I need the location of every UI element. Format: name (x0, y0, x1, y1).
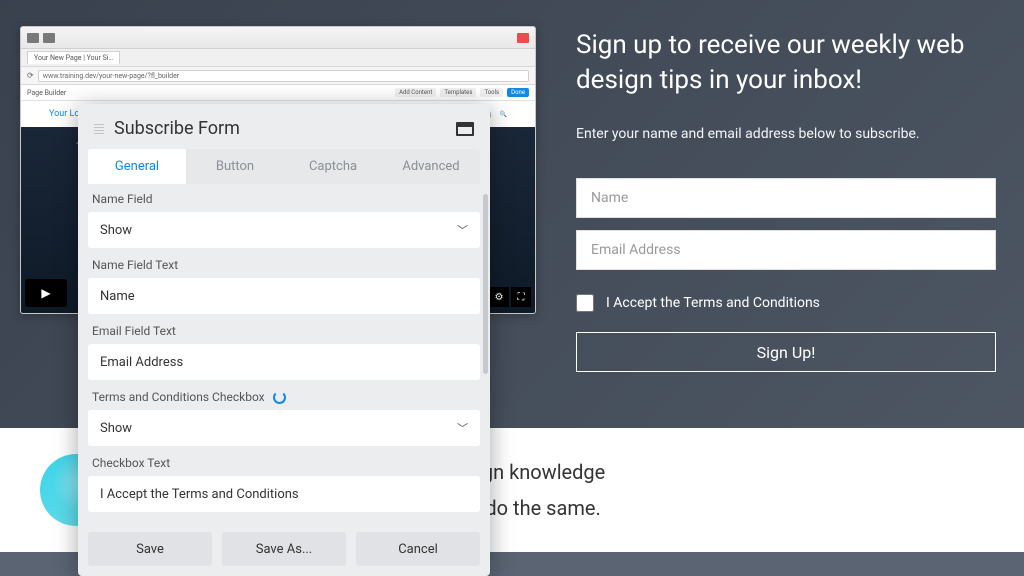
cancel-button[interactable]: Cancel (356, 532, 480, 566)
name-text-input[interactable]: Name (88, 278, 480, 314)
url-input[interactable]: www.training.dev/your-new-page/?fl_build… (38, 70, 529, 82)
chevron-down-icon: ﹀ (457, 420, 468, 436)
terms-cb-value: Show (100, 421, 132, 436)
search-icon[interactable]: 🔍 (500, 111, 507, 118)
builder-label: Page Builder (27, 89, 66, 97)
terms-row: I Accept the Terms and Conditions (576, 294, 996, 312)
tools-button[interactable]: Tools (480, 88, 503, 97)
email-text-value: Email Address (100, 355, 183, 370)
cb-text-input[interactable]: I Accept the Terms and Conditions (88, 476, 480, 512)
window-minimize-icon[interactable] (27, 33, 39, 43)
browser-tabstrip: Your New Page | Your Si… (21, 49, 535, 67)
chevron-down-icon: ﹀ (457, 222, 468, 238)
name-input[interactable] (576, 178, 996, 218)
terms-cb-label: Terms and Conditions Checkbox (88, 390, 480, 404)
scrollbar[interactable] (483, 194, 488, 374)
tab-captcha[interactable]: Captcha (284, 149, 382, 184)
email-text-label: Email Field Text (88, 324, 480, 338)
name-text-label: Name Field Text (88, 258, 480, 272)
terms-checkbox[interactable] (576, 294, 594, 312)
modal-header: Subscribe Form (78, 104, 490, 149)
add-content-button[interactable]: Add Content (395, 88, 436, 97)
save-button[interactable]: Save (88, 532, 212, 566)
play-button[interactable]: ▶ (25, 279, 67, 307)
video-controls: ▶ (25, 279, 67, 307)
browser-titlebar (21, 27, 535, 49)
drag-handle-icon[interactable] (94, 124, 104, 134)
terms-cb-select[interactable]: Show ﹀ (88, 410, 480, 446)
gear-icon[interactable]: ⚙ (489, 287, 509, 307)
done-button[interactable]: Done (507, 88, 529, 97)
cb-text-value: I Accept the Terms and Conditions (100, 487, 299, 502)
name-text-value: Name (100, 289, 135, 304)
reload-icon[interactable]: ⟳ (27, 71, 34, 80)
builder-toolbar: Page Builder Add Content Templates Tools… (21, 85, 535, 101)
loading-spinner-icon (273, 391, 286, 404)
signup-panel: Sign up to receive our weekly web design… (576, 28, 996, 372)
signup-subheading: Enter your name and email address below … (576, 126, 996, 142)
browser-address-bar: ⟳ www.training.dev/your-new-page/?fl_bui… (21, 67, 535, 85)
name-field-label: Name Field (88, 192, 480, 206)
fullscreen-icon[interactable]: ⛶ (511, 287, 531, 307)
templates-button[interactable]: Templates (440, 88, 476, 97)
window-icon[interactable] (456, 122, 474, 136)
settings-modal: Subscribe Form General Button Captcha Ad… (78, 104, 490, 576)
modal-footer: Save Save As... Cancel (78, 522, 490, 576)
email-text-input[interactable]: Email Address (88, 344, 480, 380)
signup-button[interactable]: Sign Up! (576, 332, 996, 372)
modal-body: Name Field Show ﹀ Name Field Text Name E… (78, 184, 490, 512)
terms-label: I Accept the Terms and Conditions (606, 295, 820, 311)
cb-text-label: Checkbox Text (88, 456, 480, 470)
save-as-button[interactable]: Save As... (222, 532, 346, 566)
tab-button[interactable]: Button (186, 149, 284, 184)
name-field-select[interactable]: Show ﹀ (88, 212, 480, 248)
window-maximize-icon[interactable] (43, 33, 55, 43)
modal-title: Subscribe Form (114, 118, 456, 139)
terms-cb-label-text: Terms and Conditions Checkbox (92, 390, 265, 404)
modal-tabs: General Button Captcha Advanced (88, 149, 480, 184)
video-right-controls: ⚙ ⛶ (489, 287, 531, 307)
window-close-icon[interactable] (517, 33, 529, 43)
email-input[interactable] (576, 230, 996, 270)
name-field-value: Show (100, 223, 132, 238)
signup-heading: Sign up to receive our weekly web design… (576, 28, 996, 98)
tab-advanced[interactable]: Advanced (382, 149, 480, 184)
browser-tab[interactable]: Your New Page | Your Si… (27, 51, 120, 64)
tab-general[interactable]: General (88, 149, 186, 184)
